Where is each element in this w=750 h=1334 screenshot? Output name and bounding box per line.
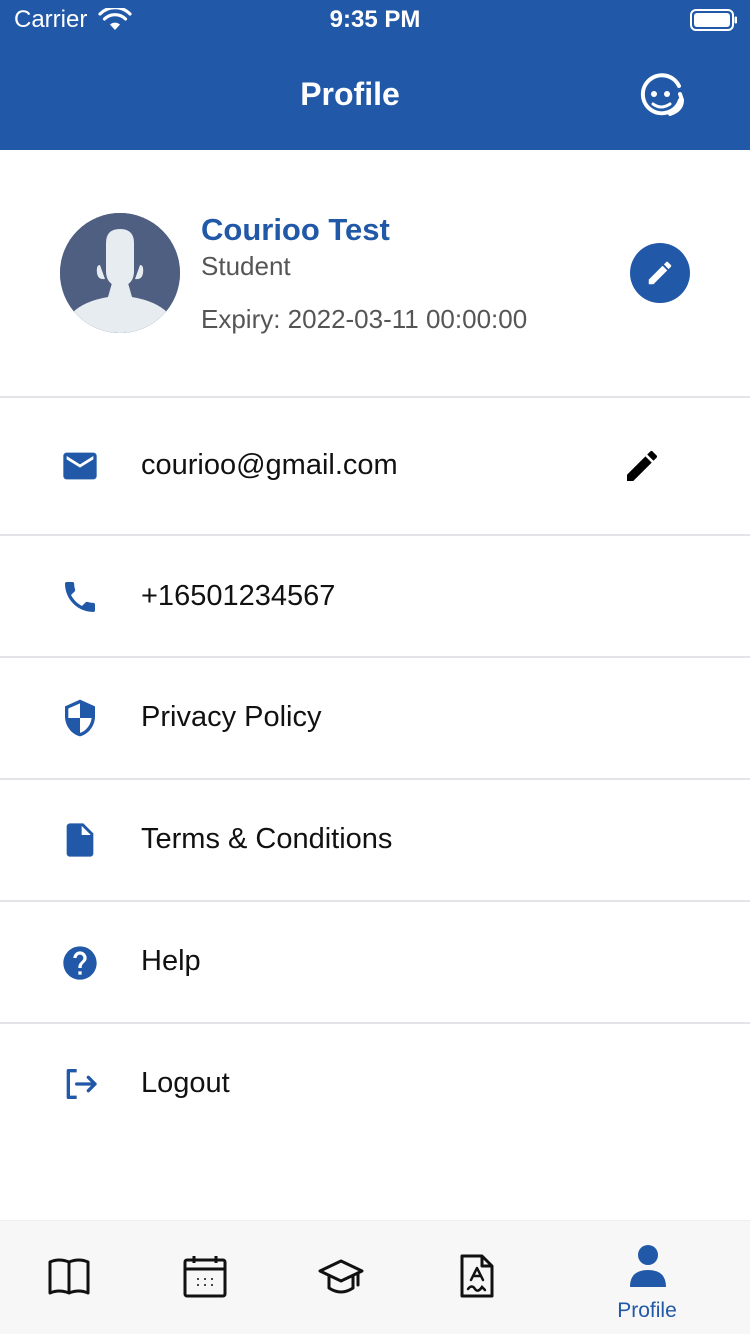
battery-icon: [690, 9, 737, 31]
list-item-logout[interactable]: Logout: [0, 1024, 750, 1144]
profile-card: Courioo Test Student Expiry: 2022-03-11 …: [0, 150, 750, 396]
list-item-phone: +16501234567: [0, 536, 750, 656]
profile-expiry: Expiry: 2022-03-11 00:00:00: [201, 304, 528, 334]
status-bar: Carrier 9:35 PM: [0, 0, 750, 40]
profile-role: Student: [201, 251, 291, 281]
profile-name: Courioo Test: [201, 212, 390, 247]
document-icon: [66, 823, 94, 857]
email-value: courioo@gmail.com: [141, 449, 398, 481]
person-icon: [630, 1245, 666, 1287]
tab-profile[interactable]: Profile: [587, 1221, 707, 1334]
list-item-help[interactable]: Help: [0, 902, 750, 1022]
help-label: Help: [141, 945, 201, 977]
edit-email-icon[interactable]: [622, 446, 662, 486]
pencil-icon: [648, 261, 672, 285]
app-header: Carrier 9:35 PM Profile: [0, 0, 750, 150]
shield-icon: [65, 699, 95, 737]
tab-schedule[interactable]: [144, 1221, 264, 1334]
tab-courses[interactable]: [8, 1221, 128, 1334]
tab-profile-label: Profile: [617, 1299, 677, 1322]
list-item-privacy-policy[interactable]: Privacy Policy: [0, 658, 750, 778]
help-icon: [63, 946, 97, 980]
list-item-terms[interactable]: Terms & Conditions: [0, 780, 750, 900]
phone-value: +16501234567: [141, 580, 336, 612]
calendar-icon: [183, 1256, 227, 1298]
terms-label: Terms & Conditions: [141, 823, 393, 855]
tab-academics[interactable]: [280, 1221, 400, 1334]
avatar: [60, 213, 180, 333]
document-grade-icon: [460, 1254, 494, 1298]
privacy-policy-label: Privacy Policy: [141, 701, 322, 733]
email-icon: [63, 452, 97, 480]
tab-bar: Profile: [0, 1220, 750, 1334]
edit-profile-button[interactable]: [630, 243, 690, 303]
list-item-email: courioo@gmail.com: [0, 398, 750, 534]
book-icon: [48, 1258, 90, 1295]
support-agent-icon[interactable]: [636, 70, 688, 122]
person-silhouette-icon: [60, 213, 180, 333]
clock: 9:35 PM: [329, 6, 421, 33]
graduation-cap-icon: [318, 1259, 364, 1294]
phone-icon: [65, 582, 95, 612]
tab-grades[interactable]: [416, 1221, 536, 1334]
logout-label: Logout: [141, 1067, 230, 1099]
page-title: Profile: [300, 76, 400, 112]
logout-icon: [66, 1069, 97, 1099]
